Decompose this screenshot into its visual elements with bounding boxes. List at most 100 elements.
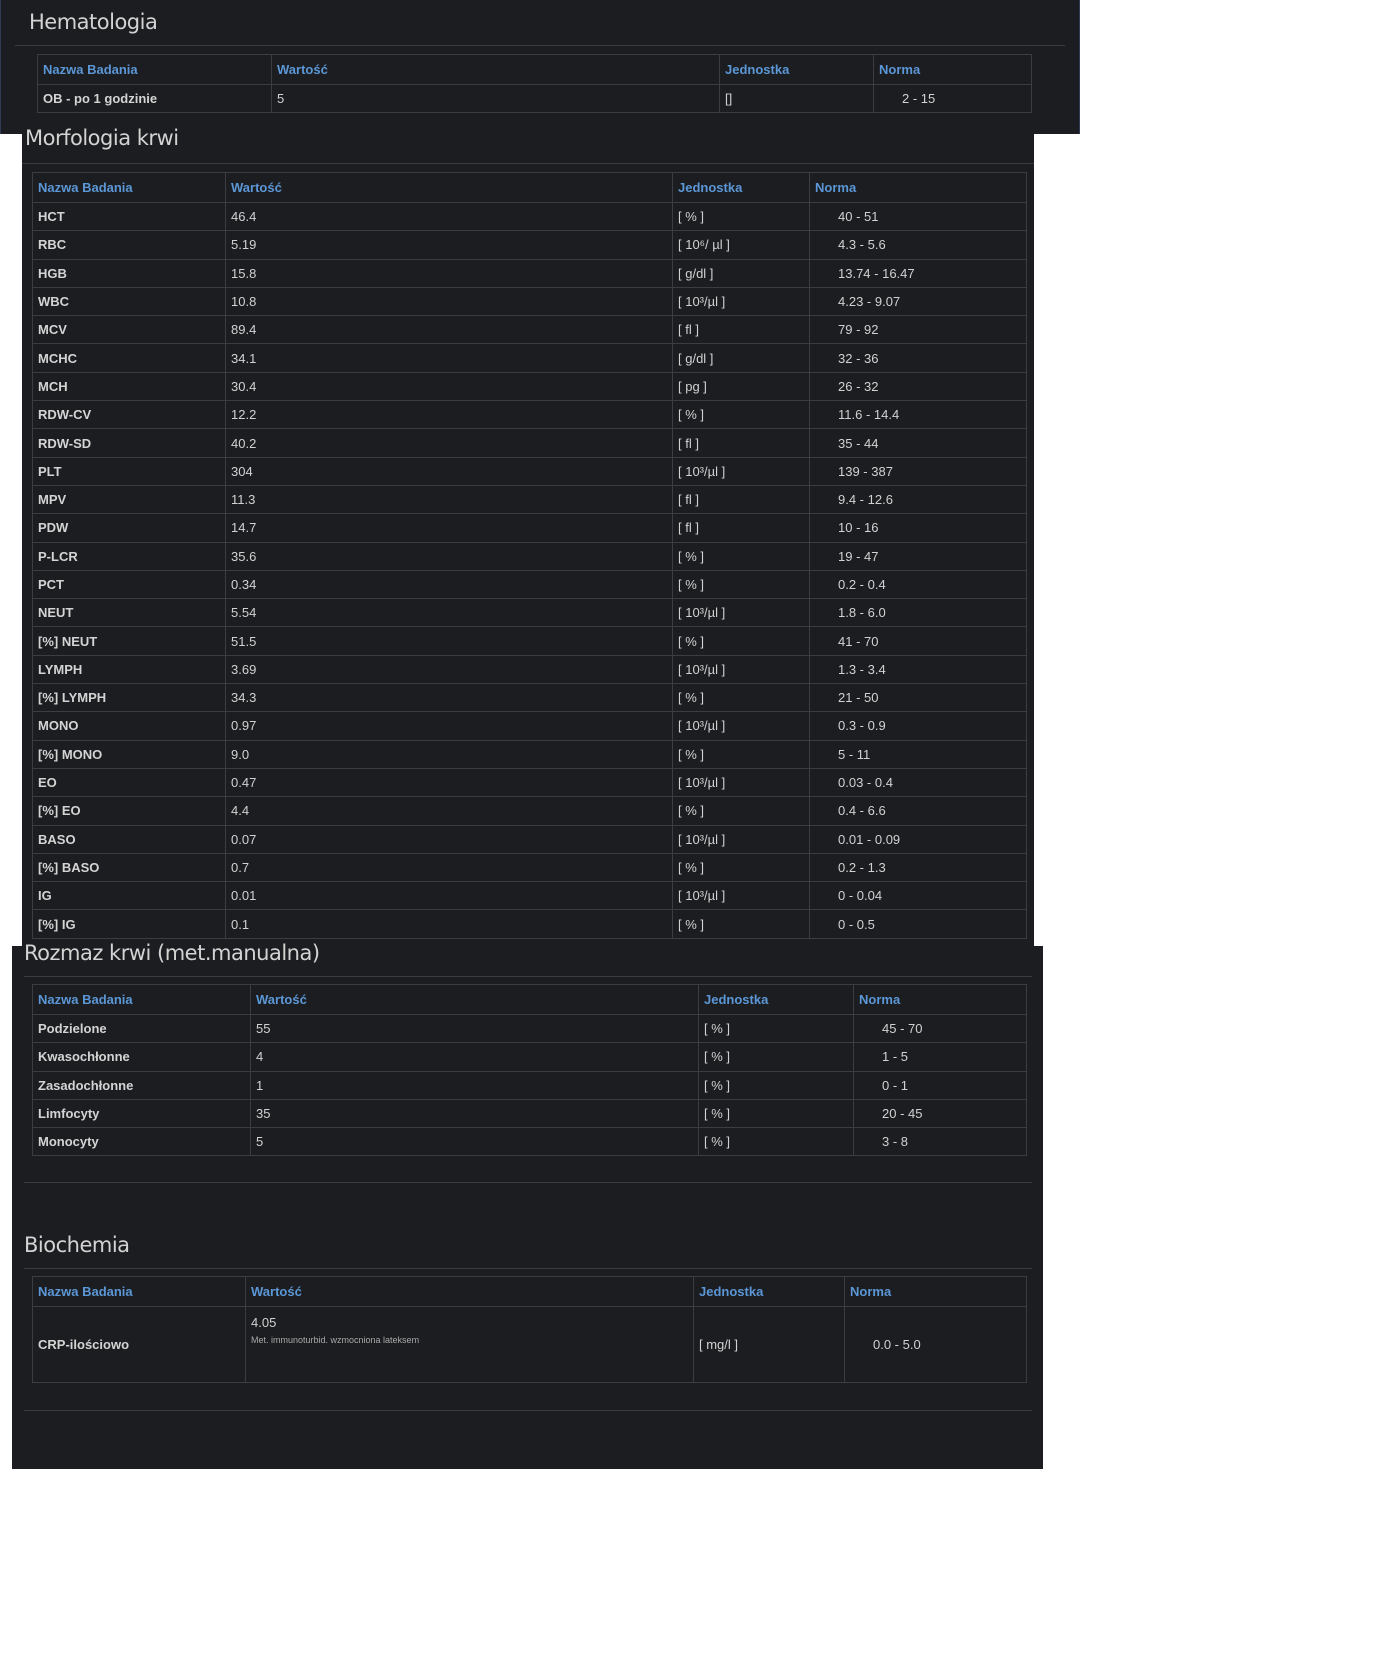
result-value: 12.2 [225, 400, 673, 430]
result-name: Kwasochłonne [32, 1042, 251, 1072]
result-name: Monocyty [32, 1127, 251, 1157]
result-norm: 139 - 387 [809, 456, 1027, 486]
result-value: 0.34 [225, 569, 673, 600]
table-row[interactable]: Podzielone 55[ % ] 45 - 70 [32, 1013, 1027, 1044]
col-header-value[interactable]: Wartość [245, 1276, 694, 1307]
table-row[interactable]: HCT 46.4[ % ] 40 - 51 [32, 201, 1027, 232]
result-unit: [ 10³/µl ] [672, 654, 810, 685]
col-header-unit[interactable]: Jednostka [672, 172, 810, 203]
table-row[interactable]: LYMPH 3.69[ 10³/µl ] 1.3 - 3.4 [32, 654, 1027, 685]
table-row[interactable]: RBC 5.19[ 10⁶/ µl ] 4.3 - 5.6 [32, 230, 1027, 260]
col-header-value[interactable]: Wartość [225, 172, 673, 203]
result-value: 4 [250, 1042, 699, 1072]
col-header-norm[interactable]: Norma [844, 1276, 1027, 1307]
col-header-value[interactable]: Wartość [271, 54, 720, 85]
table-row[interactable]: [%] LYMPH 34.3[ % ] 21 - 50 [32, 683, 1027, 713]
result-norm: 0 - 1 [853, 1070, 1027, 1100]
result-norm: 13.74 - 16.47 [809, 258, 1027, 288]
col-header-unit[interactable]: Jednostka [698, 984, 854, 1015]
result-value: 14.7 [225, 513, 673, 543]
result-name: WBC [32, 286, 226, 317]
table-row[interactable]: Kwasochłonne 4[ % ] 1 - 5 [32, 1042, 1027, 1072]
biochemia-rows: CRP-ilościowo 4.05 Met. immunoturbid. wzmo… [32, 1306, 1027, 1383]
col-header-unit[interactable]: Jednostka [719, 54, 874, 85]
result-unit: [ g/dl ] [672, 343, 810, 373]
table-row[interactable]: OB - po 1 godzinie 5[] 2 - 15 [37, 83, 1032, 114]
result-name: PDW [32, 513, 226, 543]
table-row[interactable]: P-LCR 35.6[ % ] 19 - 47 [32, 541, 1027, 571]
result-unit: [ 10³/µl ] [672, 598, 810, 628]
result-norm: 0.3 - 0.9 [809, 711, 1027, 741]
result-unit: [ % ] [698, 1098, 854, 1129]
table-row[interactable]: RDW-SD 40.2[ fl ] 35 - 44 [32, 428, 1027, 458]
table-row[interactable]: HGB 15.8[ g/dl ] 13.74 - 16.47 [32, 258, 1027, 288]
table-row[interactable]: PCT 0.34[ % ] 0.2 - 0.4 [32, 569, 1027, 600]
col-header-name[interactable]: Nazwa Badania [32, 172, 226, 203]
result-unit: [ % ] [672, 201, 810, 232]
result-value: 89.4 [225, 315, 673, 345]
result-norm: 4.23 - 9.07 [809, 286, 1027, 317]
result-unit: [] [719, 83, 874, 114]
table-row[interactable]: PLT 304[ 10³/µl ] 139 - 387 [32, 456, 1027, 486]
result-norm: 0 - 0.04 [809, 881, 1027, 911]
table-row[interactable]: EO 0.47[ 10³/µl ] 0.03 - 0.4 [32, 767, 1027, 798]
result-value: 0.7 [225, 852, 673, 883]
col-header-norm[interactable]: Norma [873, 54, 1032, 85]
table-row[interactable]: WBC 10.8[ 10³/µl ] 4.23 - 9.07 [32, 286, 1027, 317]
col-header-name[interactable]: Nazwa Badania [32, 984, 251, 1015]
hematologia-rows: OB - po 1 godzinie 5[] 2 - 15 [37, 83, 1032, 114]
result-norm: 0.0 - 5.0 [844, 1306, 1027, 1383]
table-row[interactable]: Limfocyty 35[ % ] 20 - 45 [32, 1098, 1027, 1129]
table-row[interactable]: NEUT 5.54[ 10³/µl ] 1.8 - 6.0 [32, 598, 1027, 628]
result-norm: 20 - 45 [853, 1098, 1027, 1129]
result-unit: [ fl ] [672, 428, 810, 458]
result-value: 4.4 [225, 796, 673, 826]
table-row[interactable]: [%] EO 4.4[ % ] 0.4 - 6.6 [32, 796, 1027, 826]
result-norm: 0 - 0.5 [809, 909, 1027, 939]
table-row[interactable]: MPV 11.3[ fl ] 9.4 - 12.6 [32, 484, 1027, 515]
result-unit: [ 10⁶/ µl ] [672, 230, 810, 260]
result-name: [%] MONO [32, 739, 226, 769]
result-name: IG [32, 881, 226, 911]
col-header-norm[interactable]: Norma [809, 172, 1027, 203]
table-row[interactable]: PDW 14.7[ fl ] 10 - 16 [32, 513, 1027, 543]
table-row[interactable]: Monocyty 5[ % ] 3 - 8 [32, 1127, 1027, 1157]
table-row[interactable]: RDW-CV 12.2[ % ] 11.6 - 14.4 [32, 400, 1027, 430]
result-value: 35.6 [225, 541, 673, 571]
result-name: BASO [32, 824, 226, 854]
result-unit: [ pg ] [672, 371, 810, 402]
table-row[interactable]: MCHC 34.1[ g/dl ] 32 - 36 [32, 343, 1027, 373]
rozmaz-biochemia-panel: Rozmaz krwi (met.manualna) Nazwa Badania… [12, 943, 1043, 1469]
result-name: PLT [32, 456, 226, 486]
result-unit: [ fl ] [672, 315, 810, 345]
result-value: 0.01 [225, 881, 673, 911]
result-norm: 1.3 - 3.4 [809, 654, 1027, 685]
col-header-name[interactable]: Nazwa Badania [37, 54, 272, 85]
result-unit: [ % ] [672, 569, 810, 600]
table-row[interactable]: MCH 30.4[ pg ] 26 - 32 [32, 371, 1027, 402]
table-row[interactable]: [%] NEUT 51.5[ % ] 41 - 70 [32, 626, 1027, 656]
table-row[interactable]: [%] MONO 9.0[ % ] 5 - 11 [32, 739, 1027, 769]
result-unit: [ % ] [672, 796, 810, 826]
table-row[interactable]: CRP-ilościowo 4.05 Met. immunoturbid. wzmo… [32, 1306, 1027, 1383]
result-value: 15.8 [225, 258, 673, 288]
col-header-norm[interactable]: Norma [853, 984, 1027, 1015]
table-row[interactable]: Zasadochłonne 1[ % ] 0 - 1 [32, 1070, 1027, 1100]
result-unit: [ % ] [698, 1013, 854, 1044]
table-row[interactable]: MCV 89.4[ fl ] 79 - 92 [32, 315, 1027, 345]
result-norm: 10 - 16 [809, 513, 1027, 543]
col-header-unit[interactable]: Jednostka [693, 1276, 845, 1307]
table-header-row: Nazwa Badania Wartość Jednostka Norma [32, 1276, 1027, 1307]
result-unit: [ fl ] [672, 484, 810, 515]
table-row[interactable]: MONO 0.97[ 10³/µl ] 0.3 - 0.9 [32, 711, 1027, 741]
col-header-name[interactable]: Nazwa Badania [32, 1276, 246, 1307]
result-value: 0.1 [225, 909, 673, 939]
table-row[interactable]: [%] BASO 0.7[ % ] 0.2 - 1.3 [32, 852, 1027, 883]
table-row[interactable]: [%] IG 0.1[ % ] 0 - 0.5 [32, 909, 1027, 939]
result-value: 5.54 [225, 598, 673, 628]
table-row[interactable]: BASO 0.07[ 10³/µl ] 0.01 - 0.09 [32, 824, 1027, 854]
result-name: [%] BASO [32, 852, 226, 883]
table-row[interactable]: IG 0.01[ 10³/µl ] 0 - 0.04 [32, 881, 1027, 911]
col-header-value[interactable]: Wartość [250, 984, 699, 1015]
result-value: 11.3 [225, 484, 673, 515]
